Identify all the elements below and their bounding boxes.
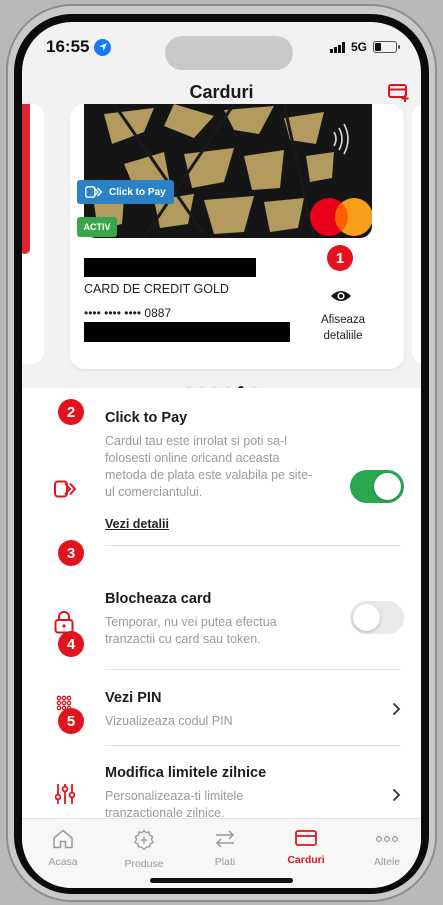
show-details-button[interactable]: Afiseaza detaliile <box>310 312 376 344</box>
redacted-card-info <box>84 322 290 342</box>
status-time: 16:55 <box>46 37 112 57</box>
annotation-badge-3: 3 <box>58 540 84 566</box>
divider <box>105 545 401 546</box>
click-to-pay-description: Cardul tau este inrolat si poti sa-l fol… <box>105 434 313 499</box>
signal-icon <box>329 41 345 53</box>
divider <box>105 669 401 670</box>
click-to-pay-title: Click to Pay <box>105 410 188 426</box>
eye-icon[interactable] <box>330 288 352 309</box>
click-to-pay-icon <box>54 480 78 503</box>
card-settings-list: Click to Pay Cardul tau este inrolat si … <box>22 388 421 820</box>
network-label: 5G <box>350 40 367 54</box>
block-card-toggle[interactable] <box>350 601 404 634</box>
status-indicators: 5G <box>329 40 400 54</box>
active-status-badge: ACTIV <box>77 217 117 237</box>
products-icon <box>134 829 154 851</box>
location-arrow-icon <box>94 38 112 56</box>
annotation-badge-5: 5 <box>58 708 84 734</box>
chevron-right-icon[interactable] <box>392 702 401 721</box>
daily-limits-title[interactable]: Modifica limitele zilnice <box>105 765 266 781</box>
transfer-arrows-icon <box>215 830 235 848</box>
tab-plati[interactable]: Plati <box>190 829 260 868</box>
home-indicator <box>150 878 293 883</box>
more-dots-icon <box>375 835 399 843</box>
credit-card-tile[interactable]: Click to Pay ACTIV CARD DE CREDIT GOLD •… <box>70 104 404 369</box>
clock-text: 16:55 <box>46 37 90 56</box>
tab-altele[interactable]: Altele <box>352 829 421 868</box>
sliders-icon <box>54 783 76 810</box>
view-details-link[interactable]: Vezi detalii <box>105 517 169 531</box>
chevron-right-icon[interactable] <box>392 788 401 807</box>
redacted-holder-name <box>84 258 256 277</box>
card-image <box>84 104 372 238</box>
app-screen: 16:55 5G Carduri Click to Pay ACTIV CARD… <box>22 22 421 888</box>
click-to-pay-toggle[interactable] <box>350 470 404 503</box>
dynamic-island <box>165 36 293 70</box>
card-number: •••• •••• •••• 0887 <box>84 306 172 320</box>
page-title: Carduri <box>189 82 254 102</box>
annotation-badge-2: 2 <box>58 399 84 425</box>
battery-icon <box>373 41 400 53</box>
annotation-badge-1: 1 <box>327 245 353 271</box>
daily-limits-description: Personalizeaza-ti limitele tranzactional… <box>105 789 244 820</box>
card-carousel[interactable]: Click to Pay ACTIV CARD DE CREDIT GOLD •… <box>22 104 421 410</box>
card-icon <box>295 830 317 846</box>
block-card-description: Temporar, nu vei putea efectua tranzacti… <box>105 615 277 646</box>
card-name: CARD DE CREDIT GOLD <box>84 282 229 296</box>
block-card-title: Blocheaza card <box>105 591 212 607</box>
tab-acasa[interactable]: Acasa <box>28 829 98 868</box>
previous-card-preview[interactable] <box>22 104 44 364</box>
click-to-pay-badge: Click to Pay <box>77 180 174 204</box>
next-card-preview[interactable] <box>412 104 421 364</box>
home-icon <box>53 829 73 849</box>
view-pin-description: Vizualizeaza codul PIN <box>105 714 233 728</box>
click-to-pay-icon <box>85 186 103 198</box>
view-pin-title[interactable]: Vezi PIN <box>105 690 161 706</box>
divider <box>105 745 401 746</box>
tab-produse[interactable]: Produse <box>109 829 179 870</box>
annotation-badge-4: 4 <box>58 631 84 657</box>
tab-carduri[interactable]: Carduri <box>271 829 341 866</box>
